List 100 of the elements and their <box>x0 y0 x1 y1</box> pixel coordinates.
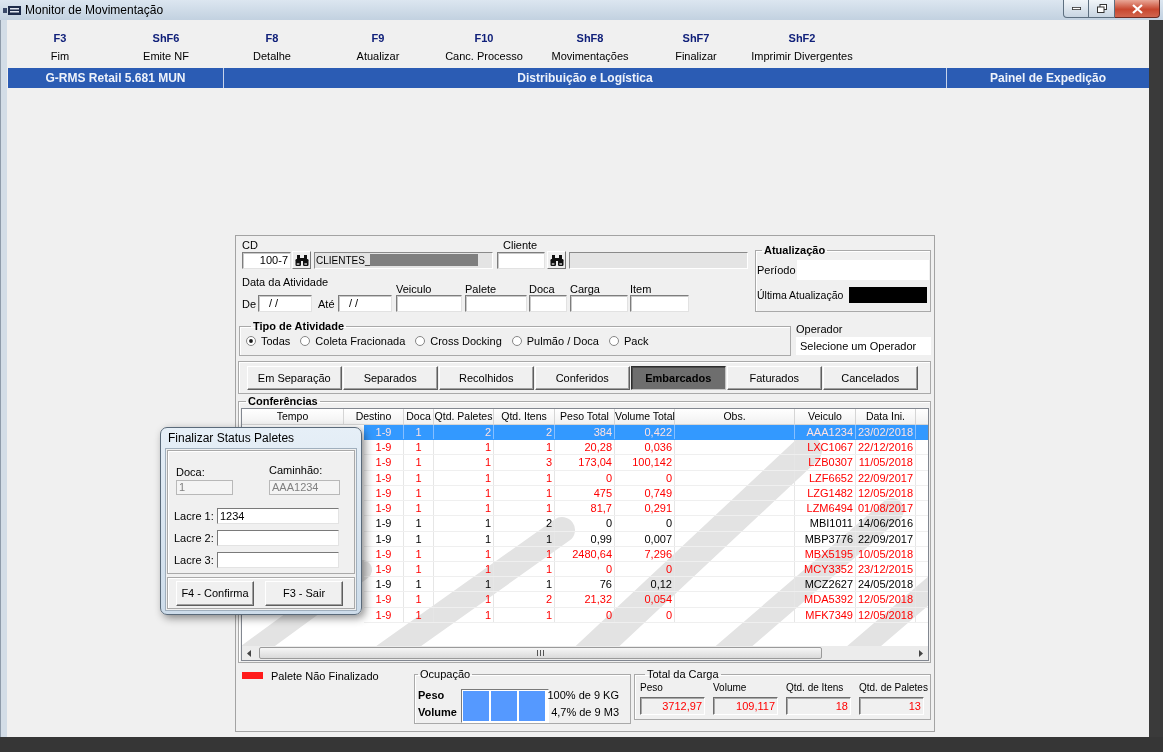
filter-input[interactable] <box>465 295 527 312</box>
table-row[interactable]: 1-9 1 1 1 0,99 0,007 MBP3776 22/09/2017 <box>364 531 928 547</box>
table-row[interactable]: 1-9 1 1 3 173,04 100,142 LZB0307 11/05/2018 <box>364 455 928 471</box>
table-cell: 1 <box>434 607 494 622</box>
search-button[interactable] <box>292 251 311 269</box>
column-header[interactable]: Veiculo <box>795 409 856 424</box>
field-label: Carga <box>570 283 601 295</box>
table-cell: 1-9 <box>364 425 404 440</box>
radio-option[interactable]: Pack <box>608 334 649 347</box>
column-header[interactable]: Peso Total <box>555 409 615 424</box>
table-row[interactable]: 1-9 1 1 1 81,7 0,291 LZM6494 01/08/2017 <box>364 501 928 517</box>
table-cell: 1 <box>404 485 434 501</box>
field-label: Operador <box>796 323 844 335</box>
column-header[interactable]: Tempo <box>242 409 344 424</box>
filter-input[interactable] <box>630 295 689 312</box>
tab[interactable]: Cancelados <box>823 366 918 390</box>
table-row[interactable]: 1-9 1 1 1 76 0,12 MCZ2627 24/05/2018 <box>364 577 928 593</box>
table-cell: 1-9 <box>364 516 404 531</box>
field-label: Até <box>317 297 336 310</box>
table-row[interactable]: 1-9 1 1 1 2480,64 7,296 MBX5195 10/05/2018 <box>364 546 928 562</box>
filter-input[interactable] <box>570 295 628 312</box>
column-header[interactable]: Qtd. Paletes <box>434 409 494 424</box>
date-input[interactable]: / / <box>338 295 392 312</box>
table-row[interactable]: 1-9 1 1 1 0 0 LZF6652 22/09/2017 <box>364 470 928 486</box>
field-label: Peso <box>640 682 664 694</box>
close-button[interactable] <box>1115 0 1160 18</box>
dialog-button[interactable]: F3 - Sair <box>265 581 343 606</box>
minimize-button[interactable] <box>1063 0 1089 18</box>
search-button[interactable] <box>547 251 566 269</box>
radio-option[interactable]: Pulmão / Doca <box>511 334 599 347</box>
table-cell: LZF6652 <box>795 470 856 485</box>
table-row[interactable]: 1-9 1 1 1 0 0 MFK7349 12/05/2018 <box>364 607 928 623</box>
field-label: Lacre 2: <box>174 532 215 544</box>
restore-button[interactable] <box>1089 0 1115 18</box>
lacre-input[interactable]: 1234 <box>217 508 339 524</box>
column-header[interactable]: Obs. <box>675 409 795 424</box>
cliente-input[interactable] <box>497 251 545 269</box>
table-cell: 0 <box>615 561 675 577</box>
table-row[interactable]: 1-9 1 1 2 21,32 0,054 MDA5392 12/05/2018 <box>364 592 928 608</box>
table-cell: 1-9 <box>364 455 404 470</box>
cd-input[interactable]: 100-7 <box>242 251 291 269</box>
table-cell: 21,32 <box>555 592 615 607</box>
table-cell: 1-9 <box>364 592 404 607</box>
horizontal-scrollbar[interactable] <box>242 646 928 660</box>
tab[interactable]: Em Separação <box>247 366 342 390</box>
table-cell: 11/05/2018 <box>856 455 916 470</box>
function-key-button[interactable]: F8 Detalhe <box>219 20 325 67</box>
filter-input[interactable] <box>396 295 462 312</box>
table-cell: 2 <box>494 425 555 440</box>
table-cell: 1 <box>404 592 434 607</box>
table-cell: 0,054 <box>615 592 675 607</box>
tab[interactable]: Recolhidos <box>439 366 534 390</box>
function-key-button[interactable]: ShF8 Movimentações <box>537 20 643 67</box>
table-cell: 1 <box>434 455 494 470</box>
tab[interactable]: Faturados <box>727 366 822 390</box>
column-header[interactable]: Qtd. Itens <box>494 409 555 424</box>
column-header[interactable]: Data Ini. <box>856 409 916 424</box>
field-label: Qtd. de Itens <box>786 682 845 694</box>
field-label: Doca <box>529 283 556 295</box>
operador-select[interactable]: Selecione um Operador <box>796 337 931 355</box>
function-key-button[interactable]: ShF2 Imprimir Divergentes <box>749 20 855 67</box>
table-cell: 23/02/2018 <box>856 425 916 440</box>
scroll-thumb[interactable] <box>259 647 822 659</box>
table-row[interactable]: 1-9 1 1 1 20,28 0,036 LXC1067 22/12/2016 <box>364 440 928 456</box>
function-key-button[interactable]: ShF6 Emite NF <box>113 20 219 67</box>
function-key-button[interactable]: F10 Canc. Processo <box>431 20 537 67</box>
lacre-input[interactable] <box>217 530 339 546</box>
filter-input[interactable] <box>529 295 567 312</box>
tab[interactable]: Separados <box>343 366 438 390</box>
window-title: Monitor de Movimentação <box>25 3 164 17</box>
radio-option[interactable]: Cross Docking <box>415 334 502 347</box>
table-cell: 1 <box>404 455 434 470</box>
function-key-button[interactable]: ShF7 Finalizar <box>643 20 749 67</box>
dialog-button[interactable]: F4 - Confirma <box>176 581 254 606</box>
column-header[interactable]: Volume Total <box>615 409 675 424</box>
dialog-title: Finalizar Status Paletes <box>167 430 296 447</box>
function-key-button[interactable]: F9 Atualizar <box>325 20 431 67</box>
tab[interactable]: Conferidos <box>535 366 630 390</box>
field-label: Lacre 3: <box>174 554 215 566</box>
radio-option[interactable]: Todas <box>246 334 291 347</box>
table-row[interactable]: 1-9 1 1 1 475 0,749 LZG1482 12/05/2018 <box>364 485 928 502</box>
lacre-input[interactable] <box>217 552 339 568</box>
table-cell: 0,422 <box>615 425 675 440</box>
tab[interactable]: Embarcados <box>631 366 726 390</box>
table-row[interactable]: 1-9 1 1 2 0 0 MBI1011 14/06/2016 <box>364 516 928 532</box>
table-cell: 1-9 <box>364 440 404 455</box>
total-field: 3712,97 <box>640 697 705 715</box>
date-input[interactable]: / / <box>258 295 312 312</box>
caminhao-field: AAA1234 <box>269 480 340 495</box>
table-cell: 1 <box>404 501 434 516</box>
table-cell: MCY3352 <box>795 561 856 577</box>
column-header[interactable]: Destino <box>344 409 404 424</box>
radio-option[interactable]: Coleta Fracionada <box>300 334 406 347</box>
function-key-button[interactable]: F3 Fim <box>7 20 113 67</box>
table-row[interactable]: 1-9 1 1 1 0 0 MCY3352 23/12/2015 <box>364 561 928 578</box>
table-cell: 1 <box>494 531 555 546</box>
close-icon <box>1131 3 1143 14</box>
column-header[interactable]: Doca <box>404 409 434 424</box>
table-cell: AAA1234 <box>795 425 856 440</box>
table-cell: MCZ2627 <box>795 577 856 592</box>
